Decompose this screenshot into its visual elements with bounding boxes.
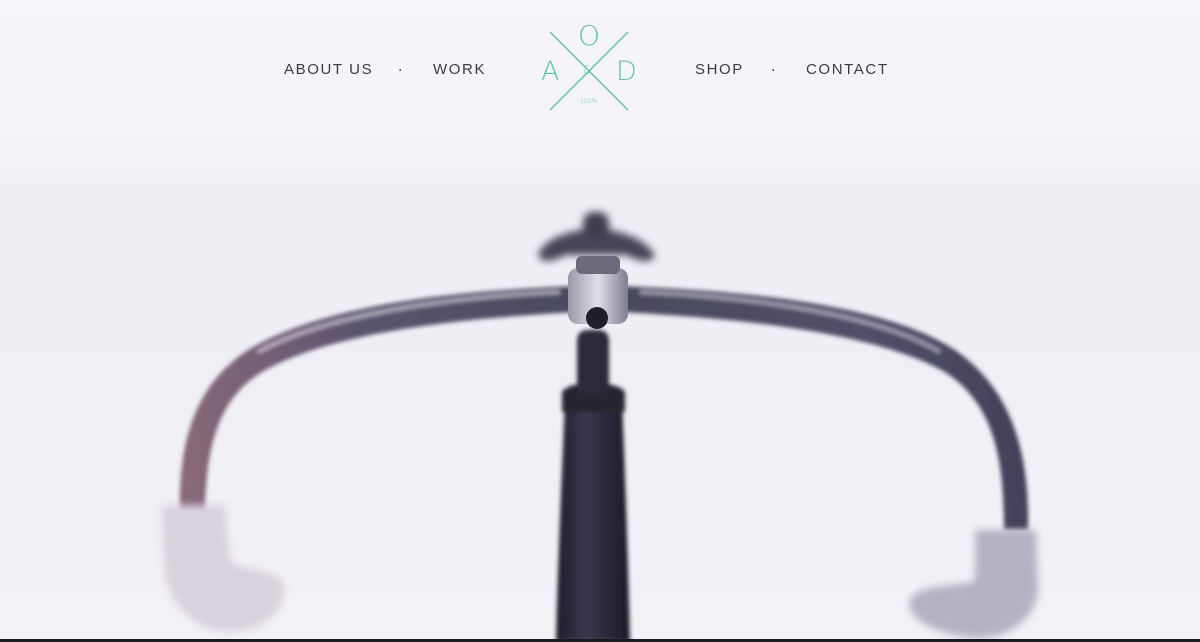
nav-link-about-us[interactable]: ABOUT US — [284, 61, 373, 78]
frame-tube — [556, 330, 630, 642]
saddle-shape — [538, 212, 655, 262]
nav-separator: . — [398, 58, 403, 75]
grip-left — [162, 505, 285, 633]
logo-ampersand: & — [583, 63, 593, 77]
nav-link-contact[interactable]: CONTACT — [806, 61, 889, 78]
main-navigation: ABOUT US . WORK O A D & 100% SHOP . CONT… — [0, 0, 1200, 140]
stem-clamp — [568, 256, 628, 329]
nav-link-work[interactable]: WORK — [433, 61, 486, 78]
site-logo[interactable]: O A D & 100% — [538, 20, 638, 116]
logo-letter-d: D — [616, 56, 637, 87]
nav-separator: . — [771, 58, 776, 75]
logo-letter-a: A — [541, 56, 560, 87]
handlebar-right — [620, 286, 1029, 530]
logo-letter-o: O — [578, 19, 601, 52]
handlebar-left — [179, 286, 578, 520]
logo-caption: 100% — [580, 98, 598, 105]
nav-link-shop[interactable]: SHOP — [695, 61, 744, 78]
grip-right — [909, 530, 1039, 639]
